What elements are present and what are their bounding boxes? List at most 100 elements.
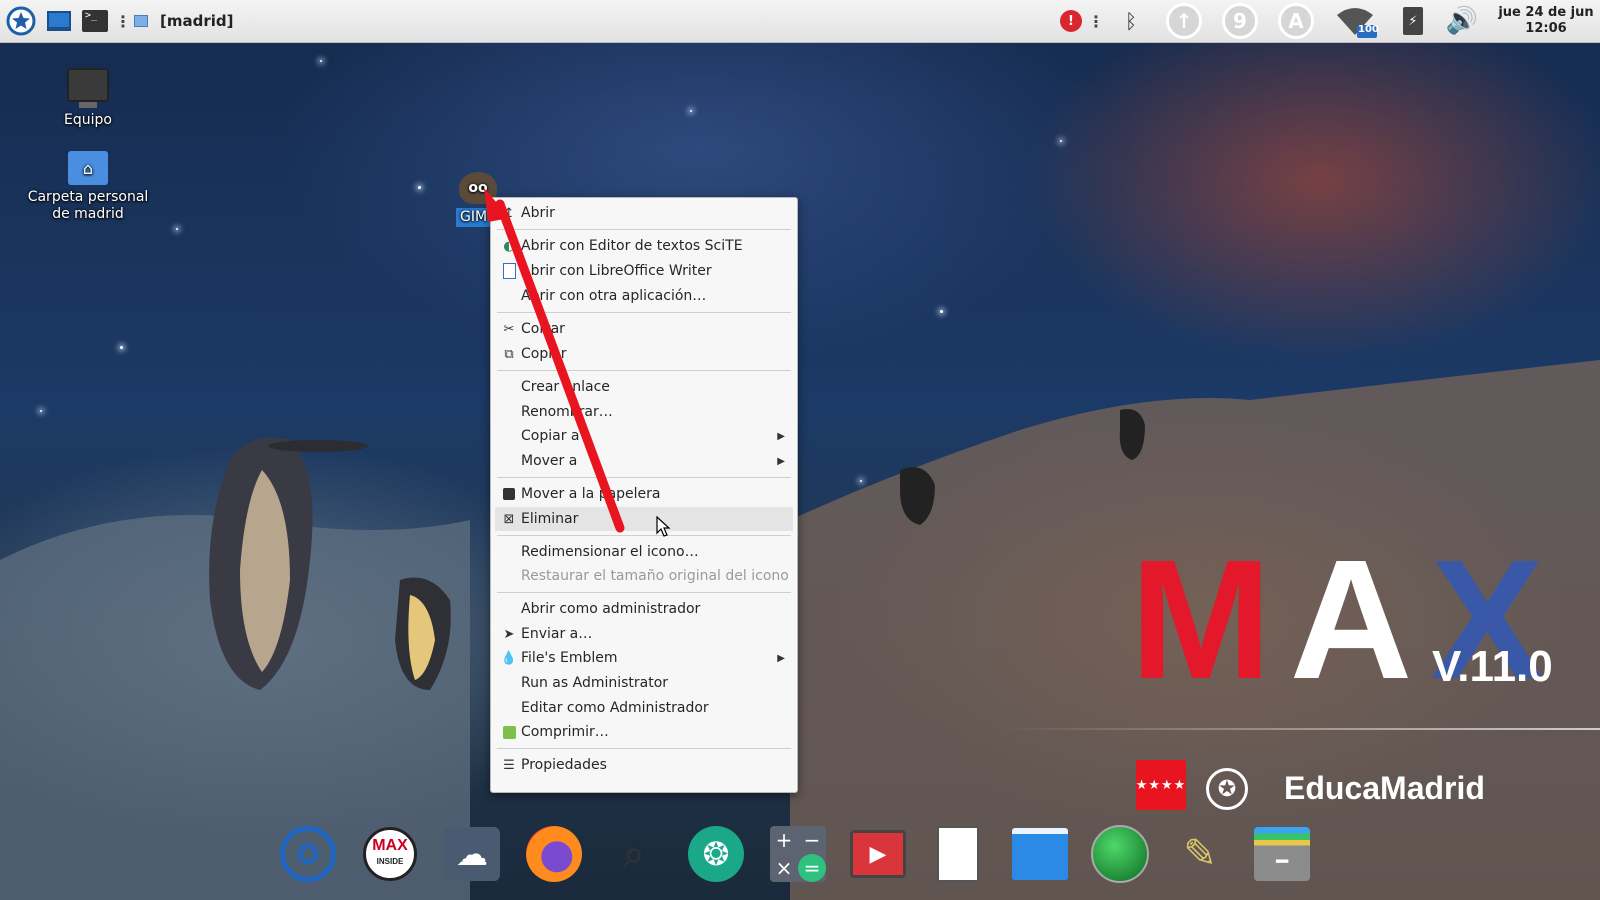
menu-separator xyxy=(497,592,791,593)
window-thumb-icon[interactable] xyxy=(132,0,150,42)
menu-item-enviar-a[interactable]: ➤ Enviar a… xyxy=(495,622,793,646)
menu-separator xyxy=(497,748,791,749)
delete-icon: ⊠ xyxy=(503,511,515,527)
educamadrid-logo-icon: ✪ xyxy=(1206,768,1248,810)
menu-item-redimensionar[interactable]: Redimensionar el icono… xyxy=(495,540,793,564)
battery-icon[interactable]: ⚡ xyxy=(1398,0,1428,42)
desktop-icon-label: Carpeta personal de madrid xyxy=(27,189,149,222)
submenu-arrow-icon: ▶ xyxy=(777,652,785,664)
firefox-icon[interactable] xyxy=(522,822,586,886)
document-icon[interactable] xyxy=(926,822,990,886)
max-version: V.11.0 xyxy=(1432,642,1553,691)
menu-item-open-scite[interactable]: ◐ Abrir con Editor de textos SciTE xyxy=(495,234,793,258)
scissors-icon: ✂ xyxy=(503,321,515,337)
menu-item-label: Cortar xyxy=(521,321,565,337)
max-letter-m: M xyxy=(1130,525,1290,715)
menu-item-label: Restaurar el tamaño original del icono xyxy=(521,568,789,584)
submenu-arrow-icon: ▶ xyxy=(777,430,785,442)
menu-item-label: Copiar a xyxy=(521,428,580,444)
wifi-level-label: 100 xyxy=(1358,24,1379,35)
menu-item-copiar[interactable]: ⧉ Copiar xyxy=(495,342,793,366)
max-inside-icon[interactable]: MAX INSIDE xyxy=(358,822,422,886)
menu-item-label: Copiar xyxy=(521,346,567,362)
volume-icon[interactable]: 🔊 xyxy=(1444,0,1480,42)
menu-separator xyxy=(497,312,791,313)
open-icon: ↥ xyxy=(503,205,515,221)
madrid-flag-icon: ★★★★ xyxy=(1136,760,1186,810)
screen-icon[interactable] xyxy=(1008,822,1072,886)
home-folder-icon: ⌂ xyxy=(68,151,108,185)
menu-item-label: Abrir con LibreOffice Writer xyxy=(521,263,712,279)
menu-item-comprimir[interactable]: Comprimir… xyxy=(495,720,793,744)
power-alert-icon[interactable]: ! xyxy=(1056,0,1086,42)
menu-item-label: Eliminar xyxy=(521,511,579,527)
menu-item-editar-admin[interactable]: Editar como Administrador xyxy=(495,696,793,720)
menu-item-crear-enlace[interactable]: Crear enlace xyxy=(495,375,793,399)
separator-line xyxy=(1000,728,1600,730)
aperture-icon[interactable]: ❂ xyxy=(684,822,748,886)
cloud-icon[interactable]: ☁ xyxy=(440,822,504,886)
max-letter-a: A xyxy=(1289,525,1431,715)
menu-item-mover-a[interactable]: Mover a ▶ xyxy=(495,449,793,473)
menu-item-renombrar[interactable]: Renombrar… xyxy=(495,400,793,424)
wallpaper-scenery xyxy=(0,360,1600,900)
trash-icon xyxy=(501,486,517,502)
max-start-icon[interactable]: ✪ xyxy=(276,822,340,886)
menu-item-label: Crear enlace xyxy=(521,379,610,395)
bluetooth-icon[interactable]: ᛒ xyxy=(1116,0,1146,42)
menu-item-open-other[interactable]: Abrir con otra aplicación… xyxy=(495,284,793,308)
show-desktop-icon[interactable] xyxy=(44,0,74,42)
menu-item-label: Redimensionar el icono… xyxy=(521,544,699,560)
desktop-icon-home-folder[interactable]: ⌂ Carpeta personal de madrid xyxy=(23,151,153,223)
tools-icon[interactable]: ✎ xyxy=(1168,822,1232,886)
keyboard-a-icon[interactable]: A xyxy=(1274,0,1318,42)
calculator-icon[interactable]: + − × = xyxy=(766,822,830,886)
properties-icon: ☰ xyxy=(503,757,515,773)
menu-item-propiedades[interactable]: ☰ Propiedades xyxy=(495,753,793,777)
menu-separator xyxy=(497,477,791,478)
menu-separator xyxy=(497,535,791,536)
menu-item-abrir[interactable]: ↥ Abrir xyxy=(495,201,793,225)
educamadrid-label: EducaMadrid xyxy=(1284,770,1485,806)
updates-icon[interactable]: ↑ xyxy=(1162,0,1206,42)
menu-item-files-emblem[interactable]: 💧 File's Emblem ▶ xyxy=(495,646,793,670)
menu-item-copiar-a[interactable]: Copiar a ▶ xyxy=(495,424,793,448)
search-icon[interactable]: ⌕ xyxy=(602,822,666,886)
menu-item-cortar[interactable]: ✂ Cortar xyxy=(495,317,793,341)
menu-item-label: Renombrar… xyxy=(521,404,613,420)
menu-item-label: File's Emblem xyxy=(521,650,618,666)
menu-item-label: Enviar a… xyxy=(521,626,593,642)
mouse-cursor-icon xyxy=(656,516,671,537)
send-icon: ➤ xyxy=(503,626,515,642)
menu-separator xyxy=(497,229,791,230)
desktop-icon-equipo[interactable]: Equipo xyxy=(23,68,153,129)
menu-item-label: Propiedades xyxy=(521,757,607,773)
clock[interactable]: jue 24 de jun 12:06 xyxy=(1494,0,1598,42)
menu-item-label: Abrir con otra aplicación… xyxy=(521,288,707,304)
menu-item-mover-papelera[interactable]: Mover a la papelera xyxy=(495,482,793,506)
menu-separator xyxy=(497,370,791,371)
wifi-icon[interactable]: 100 xyxy=(1330,0,1380,42)
file-cabinet-icon[interactable]: ━ xyxy=(1250,822,1314,886)
green-sphere-icon[interactable] xyxy=(1088,822,1152,886)
menu-item-open-writer[interactable]: Abrir con LibreOffice Writer xyxy=(495,259,793,283)
terminal-icon[interactable]: >_ xyxy=(80,0,110,42)
menu-item-run-as-admin[interactable]: Run as Administrator xyxy=(495,671,793,695)
menu-item-eliminar[interactable]: ⊠ Eliminar xyxy=(495,507,793,531)
scite-icon: ◐ xyxy=(503,238,515,254)
desktop-icon-label: Equipo xyxy=(64,112,112,128)
menu-item-label: Abrir con Editor de textos SciTE xyxy=(521,238,743,254)
video-recorder-icon[interactable]: ▶ xyxy=(846,822,910,886)
number-9-icon[interactable]: 9 xyxy=(1218,0,1262,42)
submenu-arrow-icon: ▶ xyxy=(777,455,785,467)
overflow-dots-icon[interactable]: ⋮ xyxy=(1088,0,1104,42)
menu-item-abrir-admin[interactable]: Abrir como administrador xyxy=(495,597,793,621)
menu-item-label: Abrir como administrador xyxy=(521,601,701,617)
writer-icon xyxy=(501,263,517,279)
clock-date: jue 24 de jun xyxy=(1498,5,1594,20)
menu-item-label: Comprimir… xyxy=(521,724,609,740)
overflow-dots-icon[interactable]: ⋮ xyxy=(115,0,131,42)
clock-time: 12:06 xyxy=(1525,21,1567,36)
window-title[interactable]: [madrid] xyxy=(160,0,240,42)
max-menu-icon[interactable] xyxy=(2,0,40,42)
